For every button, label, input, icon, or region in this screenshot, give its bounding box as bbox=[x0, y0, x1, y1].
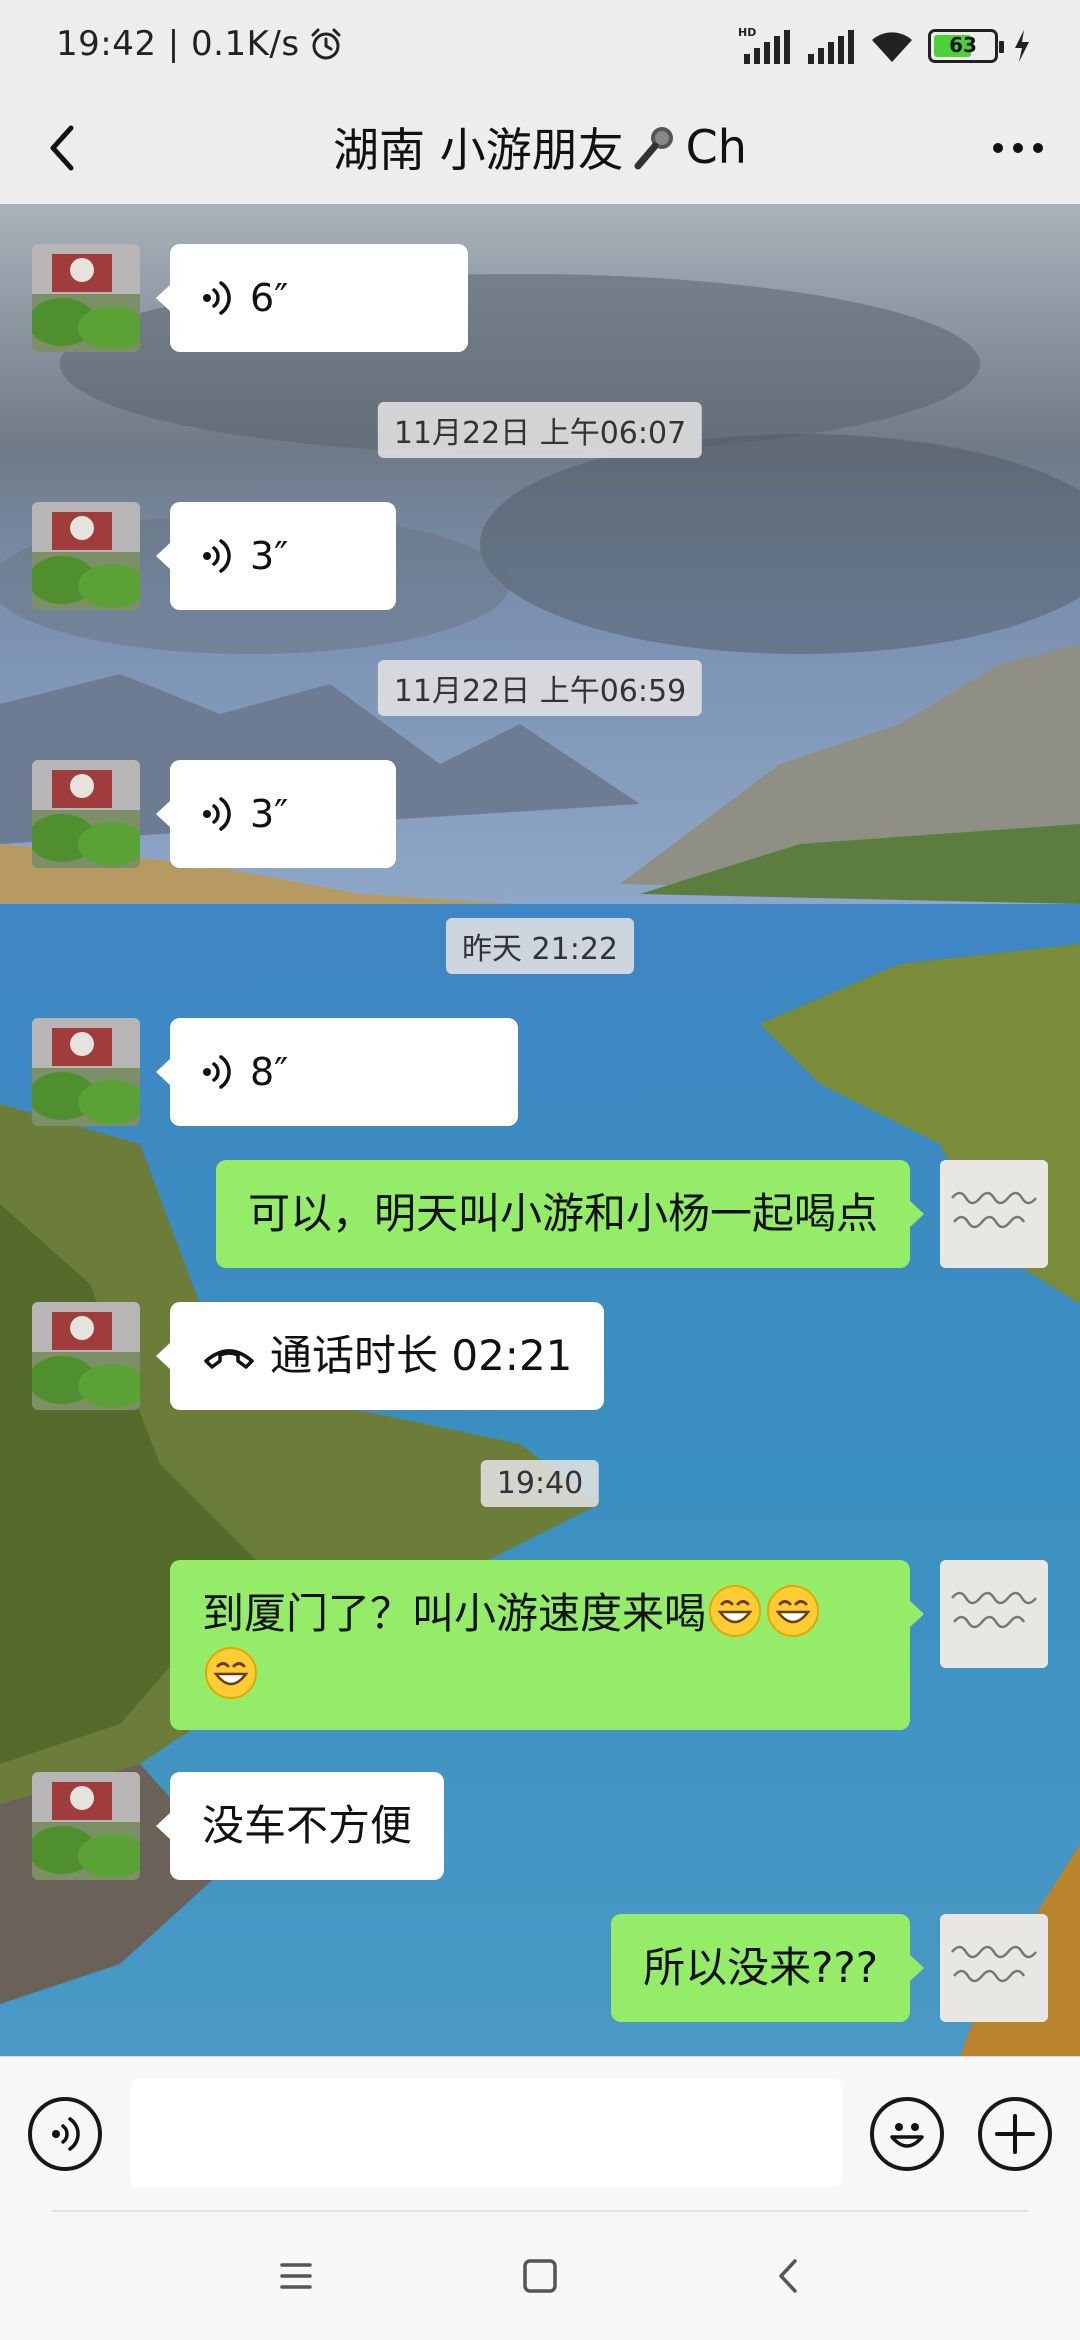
my-avatar[interactable] bbox=[940, 1160, 1048, 1268]
cellular-signal-icon bbox=[808, 30, 854, 64]
voice-duration: 8″ bbox=[250, 1050, 289, 1094]
call-record-bubble[interactable]: 通话时长 02:21 bbox=[155, 1302, 605, 1410]
message-timestamp: 11月22日 上午06:59 bbox=[377, 660, 703, 716]
back-icon bbox=[779, 2259, 797, 2293]
phone-call-icon bbox=[204, 1349, 254, 1369]
my-avatar[interactable] bbox=[940, 1560, 1048, 1668]
message-text: 可以，明天叫小游和小杨一起喝点 bbox=[247, 1189, 878, 1238]
incoming-text-bubble[interactable]: 没车不方便 bbox=[155, 1772, 445, 1880]
message-text: 所以没来??? bbox=[643, 1943, 878, 1992]
voice-duration: 3″ bbox=[250, 792, 289, 836]
avatar[interactable] bbox=[32, 1772, 140, 1880]
avatar[interactable] bbox=[32, 760, 140, 868]
plus-icon bbox=[995, 2114, 1035, 2154]
contact-avatar-image bbox=[32, 760, 140, 868]
avatar[interactable] bbox=[32, 1302, 140, 1410]
status-indicators: HD 63 bbox=[738, 26, 1032, 66]
avatar[interactable] bbox=[32, 244, 140, 352]
more-dots-icon bbox=[993, 143, 1043, 153]
outgoing-text-bubble[interactable]: 到厦门了？叫小游速度来喝 bbox=[170, 1560, 924, 1730]
outgoing-text-bubble[interactable]: 可以，明天叫小游和小杨一起喝点 bbox=[215, 1160, 925, 1268]
voice-message-bubble[interactable]: 3″ bbox=[156, 502, 396, 610]
grinning-face-emoji-icon bbox=[767, 1585, 820, 1637]
my-avatar[interactable] bbox=[940, 1914, 1048, 2022]
emoji-icon bbox=[890, 2123, 924, 2148]
voice-wave-icon bbox=[203, 281, 231, 315]
more-options-button[interactable] bbox=[986, 116, 1050, 180]
grinning-face-emoji-icon bbox=[709, 1585, 762, 1637]
microphone-emoji-icon bbox=[634, 127, 673, 170]
voice-wave-icon bbox=[203, 1055, 231, 1089]
chat-header: 湖南 小游朋友 Ch bbox=[0, 92, 1080, 204]
message-timestamp: 19:40 bbox=[480, 1460, 600, 1507]
home-icon bbox=[523, 2259, 557, 2293]
chat-title-suffix: Ch bbox=[685, 120, 747, 174]
outgoing-text-bubble[interactable]: 所以没来??? bbox=[611, 1914, 924, 2022]
grinning-face-emoji-icon bbox=[205, 1647, 257, 1699]
message-timestamp: 11月22日 上午06:07 bbox=[377, 402, 703, 458]
message-text-input[interactable] bbox=[130, 2079, 842, 2187]
cellular-signal-hd-icon: HD bbox=[738, 26, 790, 64]
contact-avatar-image bbox=[32, 1302, 140, 1410]
voice-input-icon bbox=[52, 2117, 80, 2151]
system-back-button[interactable] bbox=[758, 2246, 818, 2306]
handwriting-avatar-image bbox=[940, 1560, 1048, 1668]
battery-indicator: 63 bbox=[928, 29, 1004, 63]
contact-avatar-image bbox=[32, 502, 140, 610]
handwriting-avatar-image bbox=[940, 1160, 1048, 1268]
alarm-clock-icon bbox=[311, 28, 341, 60]
hd-label: HD bbox=[738, 26, 756, 39]
chat-title-text: 湖南 小游朋友 bbox=[333, 123, 624, 177]
chat-title: 湖南 小游朋友 Ch bbox=[0, 114, 1080, 180]
voice-message-bubble[interactable]: 6″ bbox=[156, 244, 468, 352]
voice-duration: 6″ bbox=[250, 276, 289, 320]
landscape-background-image bbox=[0, 204, 1080, 2056]
system-navigation-bar bbox=[0, 2212, 1080, 2340]
handwriting-avatar-image bbox=[940, 1914, 1048, 2022]
emoji-button[interactable] bbox=[870, 2097, 944, 2171]
avatar[interactable] bbox=[32, 1018, 140, 1126]
voice-duration: 3″ bbox=[250, 534, 289, 578]
contact-avatar-image bbox=[32, 1018, 140, 1126]
avatar[interactable] bbox=[32, 502, 140, 610]
time-and-speed: 19:42 | 0.1K/s bbox=[56, 24, 300, 64]
voice-wave-icon bbox=[203, 797, 231, 831]
message-timestamp: 昨天 21:22 bbox=[446, 918, 634, 974]
contact-avatar-image bbox=[32, 244, 140, 352]
message-input-bar bbox=[0, 2056, 1080, 2212]
status-bar: 19:42 | 0.1K/s HD 63 bbox=[0, 0, 1080, 92]
voice-input-button[interactable] bbox=[28, 2097, 102, 2171]
chat-area[interactable]: 6″ 11月22日 上午06:07 3″ 11月22日 上午06:59 3″ 昨… bbox=[0, 204, 1080, 2056]
call-duration-text: 通话时长 02:21 bbox=[270, 1331, 573, 1380]
more-functions-button[interactable] bbox=[978, 2097, 1052, 2171]
voice-wave-icon bbox=[203, 539, 231, 573]
charging-bolt-icon bbox=[1015, 30, 1029, 62]
battery-level: 63 bbox=[949, 33, 977, 57]
message-text: 没车不方便 bbox=[202, 1801, 413, 1850]
status-time: 19:42 | 0.1K/s bbox=[56, 24, 344, 64]
wifi-icon bbox=[872, 32, 912, 62]
voice-message-bubble[interactable]: 8″ bbox=[156, 1018, 518, 1126]
home-button[interactable] bbox=[510, 2246, 570, 2306]
menu-icon bbox=[280, 2263, 312, 2289]
recent-apps-button[interactable] bbox=[266, 2246, 326, 2306]
message-text: 到厦门了？叫小游速度来喝 bbox=[202, 1589, 707, 1638]
voice-message-bubble[interactable]: 3″ bbox=[156, 760, 396, 868]
contact-avatar-image bbox=[32, 1772, 140, 1880]
